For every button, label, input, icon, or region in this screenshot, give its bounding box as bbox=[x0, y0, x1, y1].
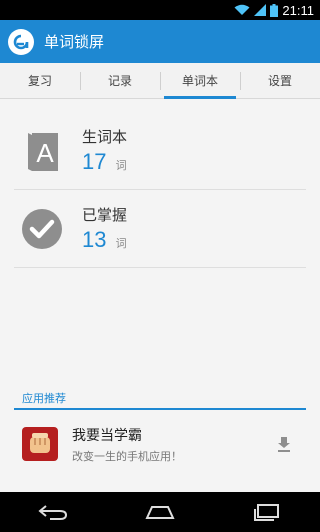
mastered-row[interactable]: 已掌握 13 词 bbox=[14, 190, 306, 268]
home-icon[interactable] bbox=[130, 492, 190, 532]
vocabulary-book-unit: 词 bbox=[115, 159, 127, 172]
fist-app-icon bbox=[22, 427, 58, 461]
app-bar: 单词锁屏 bbox=[0, 20, 320, 63]
app-title: 单词锁屏 bbox=[44, 33, 105, 51]
svg-text:A: A bbox=[36, 138, 54, 168]
signal-icon bbox=[254, 4, 267, 16]
recent-apps-icon[interactable] bbox=[237, 492, 297, 532]
recommendation-header: 应用推荐 bbox=[14, 388, 306, 410]
back-icon[interactable] bbox=[23, 492, 83, 532]
wifi-icon bbox=[234, 4, 250, 16]
recommended-app-name: 我要当学霸 bbox=[72, 427, 142, 444]
vocabulary-book-count: 17 bbox=[82, 149, 107, 174]
status-bar: 21:11 bbox=[0, 0, 320, 20]
download-icon[interactable] bbox=[272, 432, 296, 456]
vocabulary-book-icon: A bbox=[20, 129, 64, 173]
vocabulary-book-row[interactable]: A 生词本 17 词 bbox=[14, 112, 306, 190]
app-logo-icon[interactable] bbox=[8, 28, 34, 55]
recommended-app-description: 改变一生的手机应用！ bbox=[72, 449, 182, 463]
mastered-label: 已掌握 bbox=[82, 206, 128, 224]
recommended-app-item[interactable]: 我要当学霸 改变一生的手机应用！ bbox=[14, 418, 306, 470]
tab-records[interactable]: 记录 bbox=[80, 63, 160, 98]
tab-settings[interactable]: 设置 bbox=[240, 63, 320, 98]
tab-vocabulary[interactable]: 单词本 bbox=[160, 63, 240, 99]
tab-bar: 复习 记录 单词本 设置 bbox=[0, 63, 320, 99]
mastered-count: 13 bbox=[82, 227, 107, 252]
checkmark-circle-icon bbox=[20, 207, 64, 251]
navigation-bar bbox=[0, 492, 320, 532]
clock: 21:11 bbox=[282, 2, 314, 18]
vocabulary-book-label: 生词本 bbox=[82, 128, 128, 146]
tab-review[interactable]: 复习 bbox=[0, 63, 80, 98]
mastered-unit: 词 bbox=[115, 237, 127, 250]
battery-icon bbox=[270, 3, 279, 17]
